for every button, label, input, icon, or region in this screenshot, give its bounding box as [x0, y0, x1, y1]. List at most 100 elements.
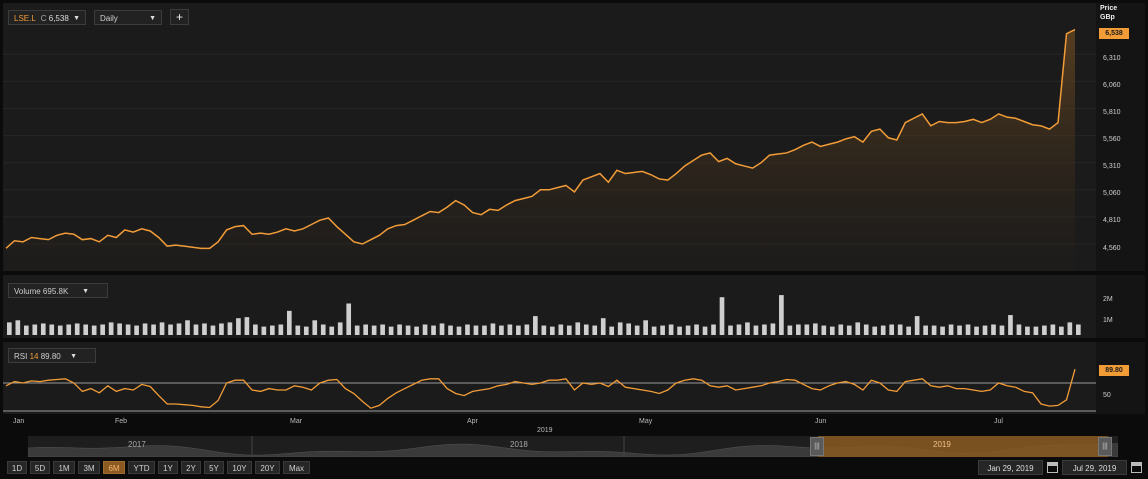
navigator-left-handle[interactable]: ||| [810, 437, 824, 456]
volume-bar [617, 322, 623, 335]
volume-bar [694, 324, 699, 335]
volume-bar [575, 322, 581, 335]
price-tick: 4,810 [1103, 217, 1121, 224]
volume-bar [270, 325, 275, 335]
price-axis-title: Price GBp [1100, 4, 1117, 22]
chevron-down-icon: ▼ [70, 353, 77, 360]
volume-selector[interactable]: Volume 695.8K ▼ [8, 283, 108, 298]
volume-bar [914, 316, 920, 335]
volume-pane[interactable] [3, 275, 1096, 338]
navigator[interactable]: ||| ||| 2017 2018 2019 [28, 436, 1118, 457]
volume-bar [1033, 326, 1039, 335]
calendar-icon[interactable] [1131, 462, 1142, 473]
range-button-ytd[interactable]: YTD [128, 461, 155, 474]
range-button-1m[interactable]: 1M [53, 461, 75, 474]
range-button-5y[interactable]: 5Y [204, 461, 224, 474]
symbol-label: LSE.L [14, 14, 36, 23]
date-from-field[interactable]: Jan 29, 2019 [978, 460, 1043, 475]
volume-bar [643, 320, 648, 335]
volume-bar [923, 325, 928, 335]
range-button-1d[interactable]: 1D [7, 461, 27, 474]
volume-bar [1059, 326, 1064, 335]
add-study-button[interactable]: + [170, 9, 189, 25]
volume-bar [549, 326, 555, 335]
range-button-max[interactable]: Max [283, 461, 310, 474]
price-pane[interactable] [3, 3, 1096, 271]
navigator-right-handle[interactable]: ||| [1098, 437, 1112, 456]
price-tick: 4,560 [1103, 245, 1121, 252]
rsi-selector[interactable]: RSI 14 89.80 ▼ [8, 348, 96, 363]
navigator-selection[interactable] [818, 436, 1108, 457]
volume-bar [380, 324, 385, 335]
volume-bar [439, 323, 445, 335]
volume-tick: 2M [1103, 296, 1113, 303]
volume-bar [592, 325, 598, 335]
volume-bar [456, 326, 462, 335]
volume-bar [812, 323, 818, 335]
volume-bar [626, 323, 632, 335]
symbol-selector[interactable]: LSE.L C 6,538 ▼ [8, 10, 86, 25]
volume-bar [74, 323, 80, 335]
chevron-down-icon: ▼ [73, 15, 80, 22]
price-tick: 5,060 [1103, 190, 1121, 197]
volume-bar [897, 324, 903, 335]
volume-bar [846, 325, 852, 335]
volume-bar [414, 326, 419, 335]
interval-selector[interactable]: Daily ▼ [94, 10, 162, 25]
range-button-6m[interactable]: 6M [103, 461, 125, 474]
volume-bar [151, 324, 156, 335]
range-button-3m[interactable]: 3M [78, 461, 100, 474]
date-to-field[interactable]: Jul 29, 2019 [1062, 460, 1127, 475]
chevron-down-icon: ▼ [149, 15, 156, 22]
volume-label: Volume [14, 287, 41, 296]
volume-bar [286, 310, 292, 335]
rsi-pane[interactable] [3, 342, 1096, 414]
month-label: Feb [115, 418, 128, 425]
volume-bar [117, 323, 122, 335]
volume-bar [354, 325, 360, 335]
price-tick: 5,560 [1103, 136, 1121, 143]
volume-bar [999, 325, 1005, 335]
volume-value: 695.8K [42, 287, 69, 296]
rsi-chart [3, 368, 1096, 412]
range-button-1y[interactable]: 1Y [158, 461, 178, 474]
volume-bar [125, 324, 131, 335]
volume-bar [880, 325, 886, 335]
volume-bar [66, 324, 72, 335]
last-rsi-tag: 89.80 [1099, 365, 1129, 376]
volume-bar [728, 325, 733, 335]
rsi-tick: 50 [1103, 392, 1111, 399]
calendar-icon[interactable] [1047, 462, 1058, 473]
month-label: Mar [290, 418, 303, 425]
rsi-period: 14 [29, 352, 39, 361]
volume-bar [668, 324, 674, 335]
volume-bar [1076, 324, 1081, 335]
price-chart [3, 28, 1096, 271]
volume-bar [762, 324, 767, 335]
interval-label: Daily [100, 14, 118, 23]
volume-bar [23, 325, 29, 335]
volume-bar [796, 324, 801, 335]
last-price-tag: 6,538 [1099, 28, 1129, 39]
range-button-10y[interactable]: 10Y [227, 461, 252, 474]
month-label: Jan [13, 418, 25, 425]
volume-bar [303, 326, 309, 335]
volume-bar [702, 326, 708, 335]
volume-bar [465, 324, 470, 335]
range-button-20y[interactable]: 20Y [255, 461, 280, 474]
volume-bar [1050, 324, 1056, 335]
volume-bar [159, 322, 165, 335]
volume-bar [193, 324, 199, 335]
range-button-2y[interactable]: 2Y [181, 461, 201, 474]
volume-bar [931, 325, 937, 335]
volume-bar [940, 326, 945, 335]
month-label: Apr [467, 418, 478, 425]
volume-bar [278, 324, 284, 335]
volume-bar [906, 326, 911, 335]
volume-bar [312, 320, 318, 335]
range-button-5d[interactable]: 5D [30, 461, 50, 474]
volume-bar [100, 324, 105, 335]
volume-bar [7, 322, 12, 335]
volume-bar [253, 324, 258, 335]
plus-icon: + [175, 10, 183, 24]
